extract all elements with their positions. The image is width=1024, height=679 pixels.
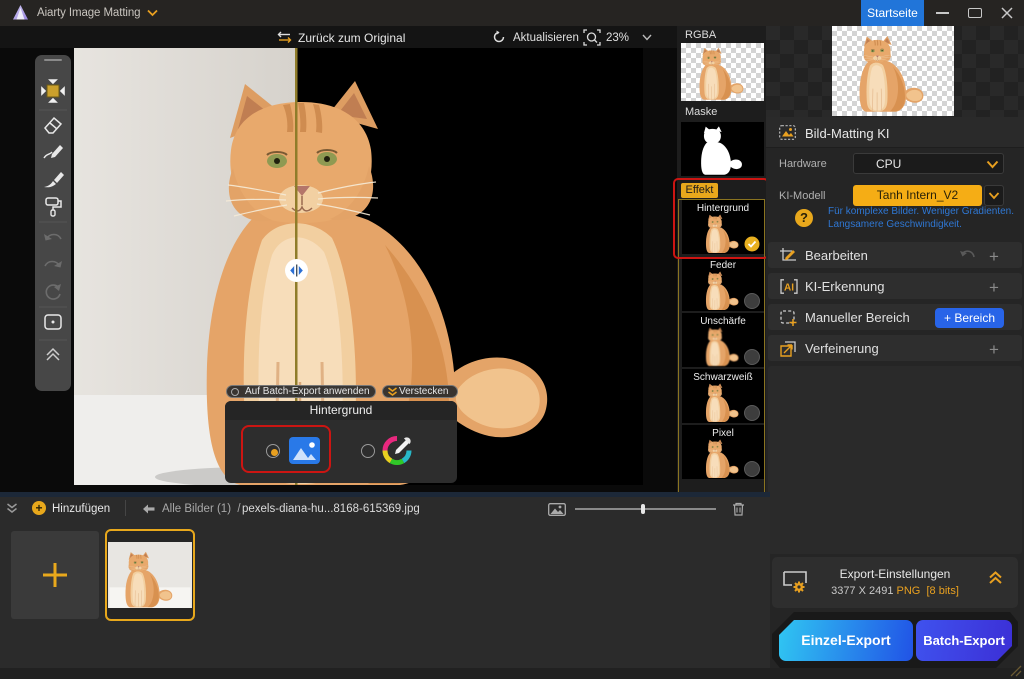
svg-text:AI: AI xyxy=(784,283,794,294)
